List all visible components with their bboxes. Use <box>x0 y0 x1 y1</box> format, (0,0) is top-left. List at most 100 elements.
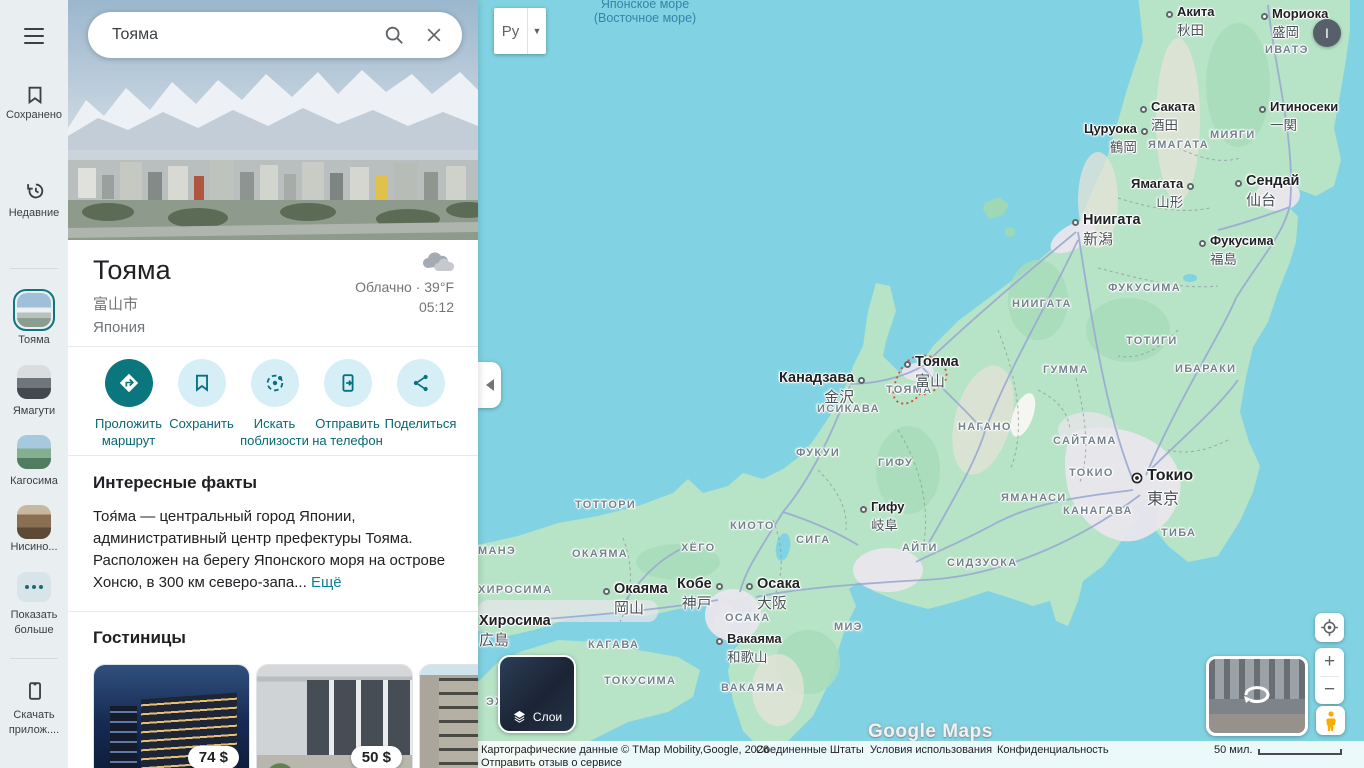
map-prefecture-label: ИВАТЭ <box>1265 44 1309 56</box>
search-nearby-button[interactable]: Искать поблизости <box>238 359 311 455</box>
map-city-sakata[interactable]: Саката 酒田 <box>1140 99 1195 134</box>
hotel-card[interactable]: 50 $ <box>256 664 413 768</box>
search-button[interactable] <box>374 15 414 55</box>
menu-icon[interactable] <box>24 28 44 44</box>
google-maps-watermark: Google Maps <box>868 721 993 742</box>
map-data-attribution: Картографические данные © TMap Mobility,… <box>481 744 770 756</box>
map-city-kobe[interactable]: Кобе 神戸 <box>677 576 723 613</box>
attribution-bar: Картографические данные © TMap Mobility,… <box>478 741 1364 768</box>
sidebar-item-recents[interactable]: Недавние <box>2 206 66 221</box>
chevron-left-icon <box>485 379 494 391</box>
language-selector[interactable]: Ру ▼ <box>494 8 546 54</box>
share-button[interactable]: Поделиться <box>384 359 457 455</box>
capital-marker-icon <box>1131 472 1143 484</box>
city-dot-icon <box>1235 180 1242 187</box>
sidebar-place-nishino[interactable] <box>17 505 51 539</box>
map-city-wakayama[interactable]: Вакаяма 和歌山 <box>716 631 782 666</box>
sidebar-place-yamaguchi-label: Ямагути <box>12 405 56 417</box>
map-city-tsuruoka[interactable]: Цуруока 鶴岡 <box>1084 121 1148 156</box>
show-more-button[interactable] <box>17 572 51 602</box>
city-dot-icon <box>716 638 723 645</box>
city-dot-icon <box>746 583 753 590</box>
weather-time: 05:12 <box>418 299 454 315</box>
weather-condition: Облачно · 39°F <box>355 279 454 295</box>
cloudy-icon <box>423 252 455 271</box>
map-prefecture-label: ОКАЯМА <box>572 548 629 560</box>
sidebar: Сохранено Недавние Тояма Ямагути Кагосим… <box>0 0 68 768</box>
more-link[interactable]: Ещё <box>311 574 342 591</box>
map-city-toyama[interactable]: Тояма 富山 <box>904 354 959 391</box>
search-input[interactable] <box>112 26 374 44</box>
zoom-out-button[interactable]: − <box>1315 677 1344 705</box>
map-city-niigata[interactable]: Ниигата 新潟 <box>1072 212 1141 249</box>
account-avatar[interactable]: I <box>1313 19 1341 47</box>
terms-link[interactable]: Условия использования <box>870 744 992 756</box>
map-prefecture-label: ХИРОСИМА <box>478 584 553 596</box>
city-dot-icon <box>603 588 610 595</box>
map-prefecture-label: КИОТО <box>730 520 775 532</box>
map-prefecture-label: ТОКИО <box>1069 467 1114 479</box>
sidebar-place-toyama[interactable] <box>13 289 55 331</box>
map-prefecture-label: ГУММА <box>1043 364 1089 376</box>
phone-icon[interactable] <box>24 680 46 702</box>
map-prefecture-label: ОСАКА <box>725 612 771 624</box>
map-city-ichinoseki[interactable]: Итиносеки 一関 <box>1259 99 1338 134</box>
sidebar-item-saved[interactable]: Сохранено <box>2 108 66 123</box>
search-bar <box>88 12 462 58</box>
region-label[interactable]: Соединенные Штаты <box>756 744 864 756</box>
divider <box>10 658 58 659</box>
hotel-card[interactable] <box>419 664 478 768</box>
place-panel: Тояма 富山市 Япония Облачно · 39°F 05:12 Пр… <box>68 0 478 768</box>
map-prefecture-label: ФУКУИ <box>796 447 841 459</box>
pegman-button[interactable] <box>1316 706 1345 735</box>
city-dot-icon <box>1259 106 1266 113</box>
sea-label-line1: Японское море <box>600 0 690 11</box>
my-location-button[interactable] <box>1315 613 1344 642</box>
map-city-yamagata[interactable]: Ямагата 山形 <box>1131 176 1195 211</box>
clear-search-button[interactable] <box>414 15 454 55</box>
map-city-fukushima[interactable]: Фукусима 福島 <box>1199 233 1274 268</box>
scale-bar <box>1258 749 1342 755</box>
feedback-link[interactable]: Отправить отзыв о сервисе <box>481 757 622 768</box>
sidebar-place-yamaguchi[interactable] <box>17 365 51 399</box>
map-city-okayama[interactable]: Окаяма 岡山 <box>603 581 668 618</box>
pegman-icon <box>1325 710 1336 731</box>
map-prefecture-label: ЯМАГАТА <box>1148 139 1210 151</box>
layers-icon <box>513 710 526 723</box>
layers-control[interactable]: Слои <box>498 655 576 733</box>
zoom-controls: + − <box>1315 648 1344 704</box>
zoom-in-button[interactable]: + <box>1315 648 1344 676</box>
map-city-akita[interactable]: Акита 秋田 <box>1166 4 1214 39</box>
map-city-kanazawa[interactable]: Канадзава 金沢 <box>779 370 866 407</box>
sidebar-place-kagoshima-label: Кагосима <box>10 475 58 487</box>
show-more-label[interactable]: Показать больше <box>2 608 66 638</box>
privacy-link[interactable]: Конфиденциальность <box>997 744 1109 756</box>
sidebar-place-kagoshima[interactable] <box>17 435 51 469</box>
collapse-panel-button[interactable] <box>478 362 501 408</box>
map-prefecture-label: СИГА <box>796 534 831 546</box>
get-app-label[interactable]: Скачать прилож.... <box>2 708 66 738</box>
sea-label-line2: (Восточное море) <box>593 11 697 25</box>
map-city-sendai[interactable]: Сендай 仙台 <box>1235 173 1299 210</box>
chevron-down-icon[interactable]: ▼ <box>528 8 546 54</box>
history-icon[interactable] <box>24 180 46 202</box>
map-prefecture-label: НАГАНО <box>958 421 1012 433</box>
map-prefecture-label: МИЭ <box>834 621 863 633</box>
map-city-osaka[interactable]: Осака 大阪 <box>746 576 800 613</box>
send-to-phone-button[interactable]: Отправить на телефон <box>311 359 384 455</box>
sidebar-place-toyama-label: Тояма <box>18 334 50 346</box>
bookmark-icon[interactable] <box>24 84 46 106</box>
weather-widget[interactable]: Облачно · 39°F 05:12 <box>355 250 455 315</box>
map-prefecture-label: ФУКУСИМА <box>1108 282 1181 294</box>
search-nearby-icon <box>266 374 283 392</box>
map-city-hiroshima[interactable]: Хиросима 広島 <box>479 613 551 650</box>
save-button[interactable]: Сохранить <box>165 359 238 455</box>
map-canvas[interactable]: Японское море (Восточное море) ИВАТЭ МИЯ… <box>478 0 1364 768</box>
language-label[interactable]: Ру <box>494 8 528 54</box>
hotel-card[interactable]: 74 $ <box>93 664 250 768</box>
map-city-gifu[interactable]: Гифу 岐阜 <box>860 499 904 534</box>
street-view-preview[interactable] <box>1206 656 1308 736</box>
directions-button[interactable]: Проложить маршрут <box>92 359 165 455</box>
map-city-tokyo[interactable]: Токио 東京 <box>1131 467 1193 509</box>
my-location-icon <box>1321 619 1338 636</box>
